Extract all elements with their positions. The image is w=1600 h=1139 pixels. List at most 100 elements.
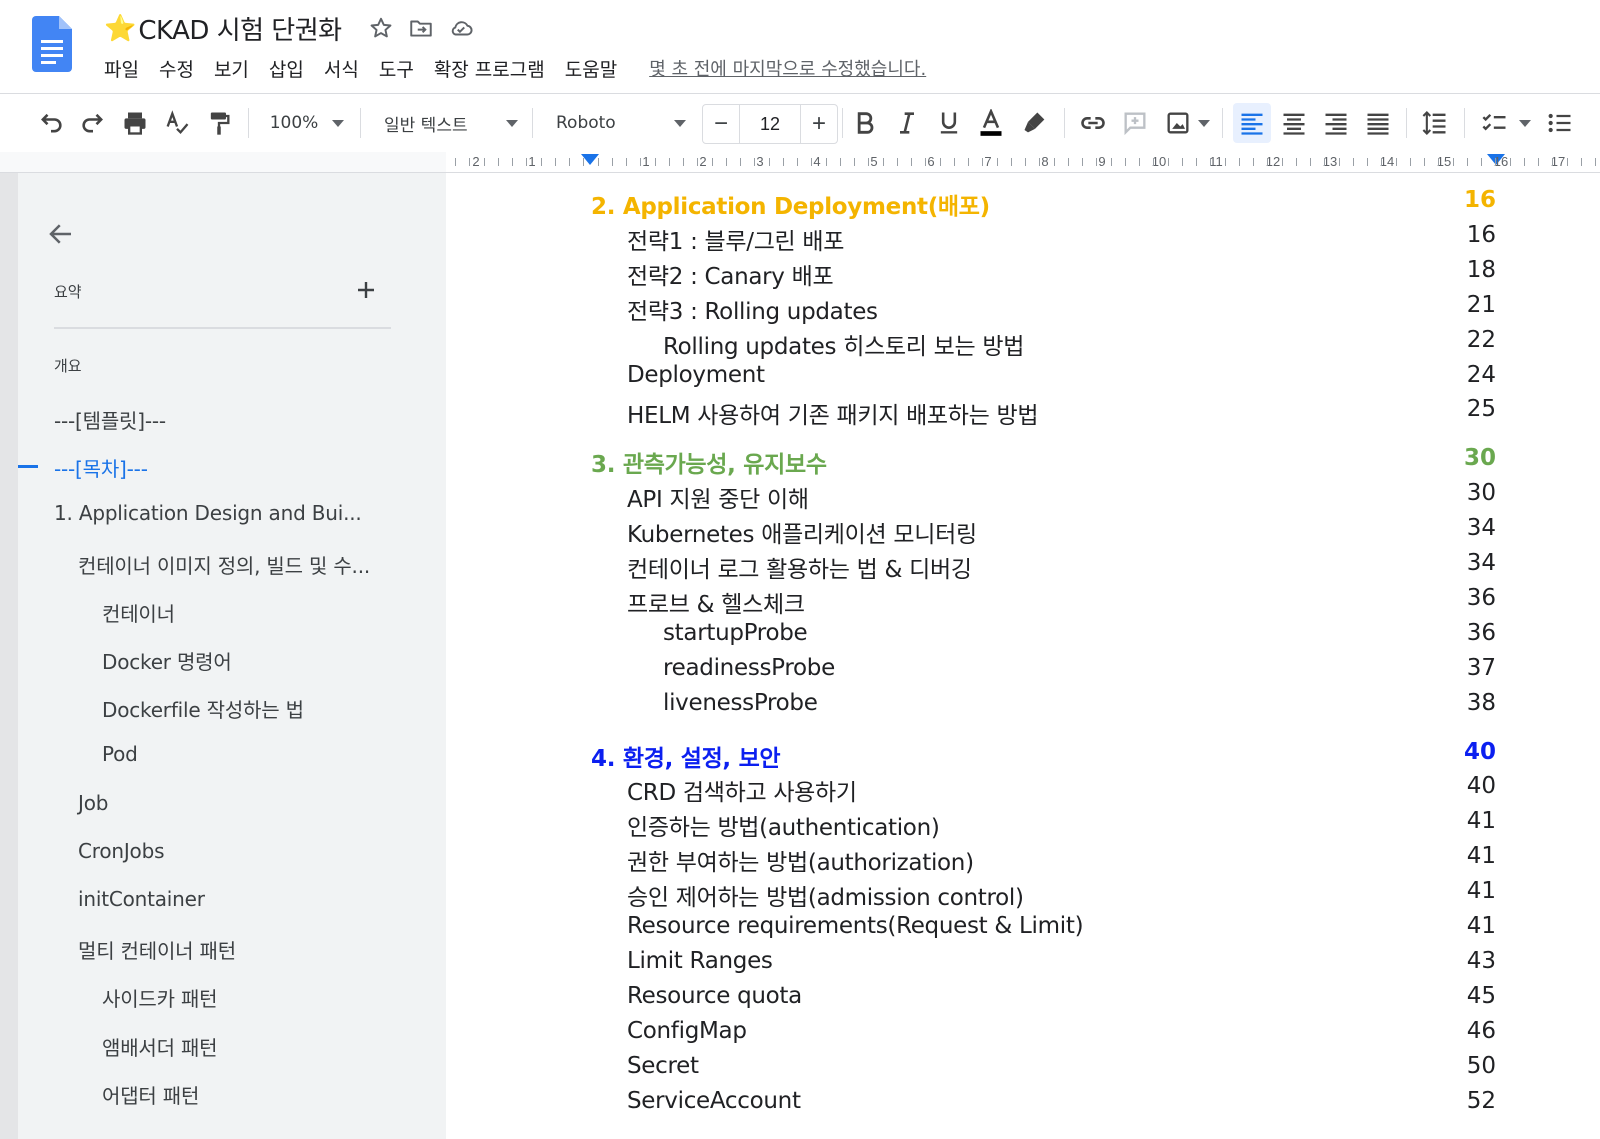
paint-format-button[interactable]	[202, 94, 236, 152]
increase-font-size-button[interactable]: +	[801, 105, 837, 143]
toc-entry-row[interactable]: CRD 검색하고 사용하기 40	[447, 773, 1600, 807]
document-page[interactable]: 2. Application Deployment(배포) 16 전략1 : 블루/…	[447, 173, 1600, 1139]
toc-entry-row[interactable]: 권한 부여하는 방법(authorization) 41	[447, 843, 1600, 877]
menu-view[interactable]: 보기	[214, 55, 249, 82]
toc-entry-row[interactable]: ServiceAccount 52	[447, 1088, 1600, 1122]
toc-entry-title[interactable]: ServiceAccount	[627, 1088, 801, 1114]
toc-entry-row[interactable]: readinessProbe 37	[447, 655, 1600, 689]
insert-link-button[interactable]	[1076, 94, 1110, 152]
align-right-button[interactable]	[1319, 94, 1353, 152]
toc-entry-title[interactable]: 권한 부여하는 방법(authorization)	[627, 843, 974, 877]
print-button[interactable]	[118, 94, 152, 152]
outline-item[interactable]: initContainer	[78, 887, 205, 911]
move-to-folder-icon[interactable]	[408, 15, 434, 41]
toc-entry-row[interactable]: 인증하는 방법(authentication) 41	[447, 808, 1600, 842]
toc-entry-row[interactable]: 컨테이너 로그 활용하는 법 & 디버깅 34	[447, 550, 1600, 584]
menu-insert[interactable]: 삽입	[269, 55, 304, 82]
outline-item-active[interactable]: ---[목차]---	[54, 453, 148, 482]
toc-entry-title[interactable]: ConfigMap	[627, 1018, 747, 1044]
spellcheck-button[interactable]	[160, 94, 194, 152]
star-icon[interactable]	[368, 15, 394, 41]
toc-entry-row[interactable]: Resource quota 45	[447, 983, 1600, 1017]
toc-entry-title[interactable]: 4. 환경, 설정, 보안	[591, 739, 781, 773]
line-spacing-button[interactable]	[1418, 94, 1452, 152]
toc-entry-row[interactable]: HELM 사용하여 기존 패키지 배포하는 방법 25	[447, 396, 1600, 430]
toc-entry-title[interactable]: Secret	[627, 1053, 699, 1079]
menu-edit[interactable]: 수정	[159, 55, 194, 82]
checklist-button[interactable]	[1476, 94, 1536, 152]
zoom-select[interactable]: 100%	[262, 94, 352, 152]
align-center-button[interactable]	[1277, 94, 1311, 152]
toc-heading-row[interactable]: 4. 환경, 설정, 보안 40	[447, 739, 1600, 773]
menu-tools[interactable]: 도구	[379, 55, 414, 82]
toc-entry-row[interactable]: Rolling updates 히스토리 보는 방법 22	[447, 327, 1600, 361]
redo-button[interactable]	[76, 94, 110, 152]
toc-entry-title[interactable]: CRD 검색하고 사용하기	[627, 773, 857, 807]
font-size-input[interactable]: 12	[739, 105, 801, 143]
toc-entry-title[interactable]: 전략2 : Canary 배포	[627, 257, 834, 291]
decrease-font-size-button[interactable]: −	[703, 105, 739, 143]
toc-entry-row[interactable]: Deployment 24	[447, 362, 1600, 396]
toc-entry-title[interactable]: Deployment	[627, 362, 765, 388]
text-color-button[interactable]	[974, 94, 1008, 152]
cloud-saved-icon[interactable]	[448, 15, 474, 41]
align-left-button[interactable]	[1235, 94, 1269, 152]
toc-entry-row[interactable]: Kubernetes 애플리케이션 모니터링 34	[447, 515, 1600, 549]
toc-entry-title[interactable]: Rolling updates 히스토리 보는 방법	[663, 327, 1024, 361]
ruler[interactable]: 2 1 1 2 3 4 5 6 7 8 9 10 11 12 13 14 15 16 17	[0, 152, 1600, 173]
toc-entry-title[interactable]: startupProbe	[663, 620, 808, 646]
outline-item[interactable]: Dockerfile 작성하는 법	[102, 694, 304, 723]
toc-entry-title[interactable]: 전략1 : 블루/그린 배포	[627, 222, 844, 256]
outline-item[interactable]: 멀티 컨테이너 패턴	[78, 935, 236, 964]
docs-logo-icon[interactable]	[32, 16, 72, 72]
toc-entry-row[interactable]: 전략2 : Canary 배포 18	[447, 257, 1600, 291]
menu-help[interactable]: 도움말	[565, 55, 617, 82]
menu-format[interactable]: 서식	[324, 55, 359, 82]
toc-entry-title[interactable]: 컨테이너 로그 활용하는 법 & 디버깅	[627, 550, 972, 584]
toc-entry-title[interactable]: 인증하는 방법(authentication)	[627, 808, 940, 842]
toc-entry-row[interactable]: ConfigMap 46	[447, 1018, 1600, 1052]
toc-entry-row[interactable]: Secret 50	[447, 1053, 1600, 1087]
outline-item[interactable]: Docker 명령어	[102, 646, 232, 675]
toc-entry-row[interactable]: 프로브 & 헬스체크 36	[447, 585, 1600, 619]
highlight-color-button[interactable]	[1018, 94, 1052, 152]
back-arrow-icon[interactable]	[46, 219, 76, 249]
outline-item[interactable]: Job	[78, 791, 108, 815]
document-title[interactable]: CKAD 시험 단권화	[138, 10, 342, 47]
outline-item[interactable]: Pod	[102, 742, 138, 766]
outline-item[interactable]: ---[템플릿]---	[54, 405, 166, 434]
toc-entry-title[interactable]: 승인 제어하는 방법(admission control)	[627, 878, 1024, 912]
add-summary-icon[interactable]	[354, 278, 378, 302]
toc-entry-row[interactable]: livenessProbe 38	[447, 690, 1600, 724]
toc-entry-title[interactable]: 프로브 & 헬스체크	[627, 585, 805, 619]
toc-entry-title[interactable]: livenessProbe	[663, 690, 818, 716]
undo-button[interactable]	[34, 94, 68, 152]
underline-button[interactable]	[932, 94, 966, 152]
toc-heading-row[interactable]: 2. Application Deployment(배포) 16	[447, 187, 1600, 221]
toc-entry-title[interactable]: HELM 사용하여 기존 패키지 배포하는 방법	[627, 396, 1039, 430]
toc-entry-title[interactable]: Resource requirements(Request & Limit)	[627, 913, 1084, 939]
last-edit-link[interactable]: 몇 초 전에 마지막으로 수정했습니다.	[649, 55, 926, 81]
outline-item[interactable]: 앰배서더 패턴	[102, 1032, 218, 1061]
toc-entry-title[interactable]: 2. Application Deployment(배포)	[591, 187, 990, 221]
toc-entry-title[interactable]: readinessProbe	[663, 655, 835, 681]
toc-entry-title[interactable]: 3. 관측가능성, 유지보수	[591, 445, 827, 479]
toc-entry-row[interactable]: Limit Ranges 43	[447, 948, 1600, 982]
toc-entry-title[interactable]: API 지원 중단 이해	[627, 480, 809, 514]
toc-entry-title[interactable]: Kubernetes 애플리케이션 모니터링	[627, 515, 977, 549]
outline-item[interactable]: 어댑터 패턴	[102, 1080, 199, 1109]
toc-entry-title[interactable]: Resource quota	[627, 983, 802, 1009]
italic-button[interactable]	[890, 94, 924, 152]
toc-entry-row[interactable]: startupProbe 36	[447, 620, 1600, 654]
outline-item[interactable]: 1. Application Design and Bui...	[54, 501, 362, 525]
toc-entry-row[interactable]: 전략1 : 블루/그린 배포 16	[447, 222, 1600, 256]
toc-entry-row[interactable]: 승인 제어하는 방법(admission control) 41	[447, 878, 1600, 912]
add-comment-button[interactable]	[1118, 94, 1152, 152]
outline-item[interactable]: CronJobs	[78, 839, 165, 863]
toc-entry-row[interactable]: API 지원 중단 이해 30	[447, 480, 1600, 514]
menu-file[interactable]: 파일	[104, 55, 139, 82]
toc-entry-title[interactable]: Limit Ranges	[627, 948, 773, 974]
outline-item[interactable]: 사이드카 패턴	[102, 983, 218, 1012]
toc-entry-title[interactable]: 전략3 : Rolling updates	[627, 292, 878, 326]
toc-entry-row[interactable]: Resource requirements(Request & Limit) 41	[447, 913, 1600, 947]
